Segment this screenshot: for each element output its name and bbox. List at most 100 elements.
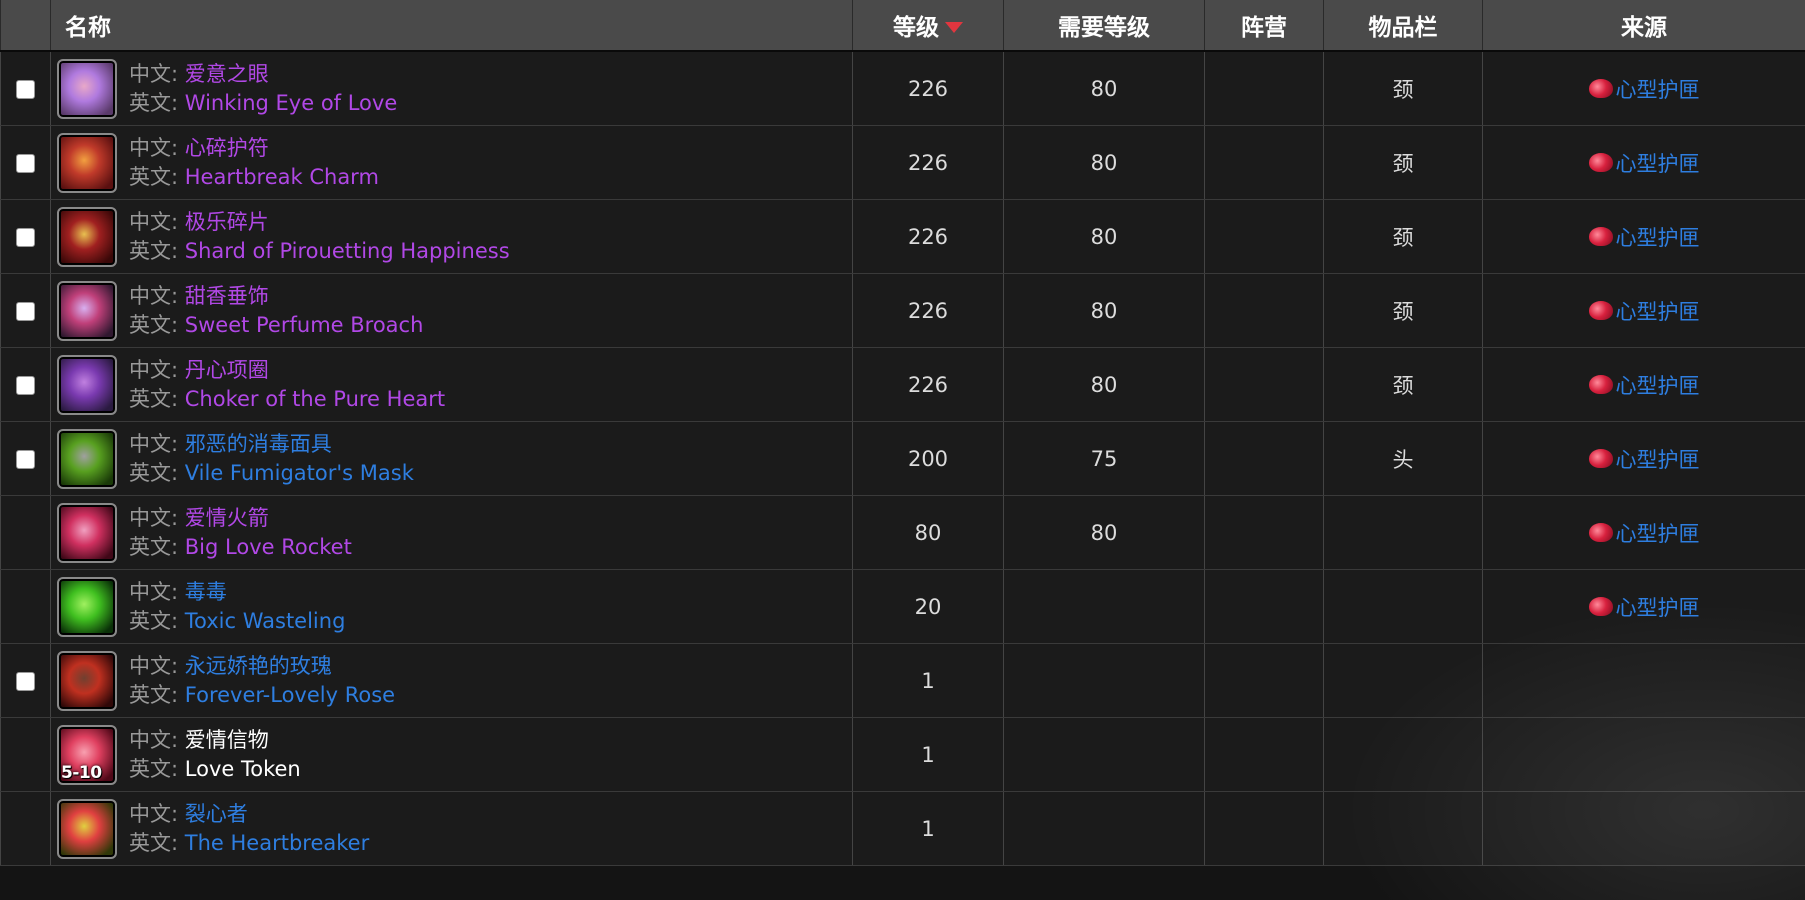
source-label: 心型护匣 — [1616, 296, 1700, 326]
source-label: 心型护匣 — [1616, 148, 1700, 178]
select-cell — [1, 718, 51, 792]
heart-box-icon — [1589, 597, 1613, 616]
item-name-cn-link[interactable]: 裂心者 — [185, 802, 248, 826]
broken-heart-icon[interactable] — [57, 799, 117, 859]
level-cell: 20 — [853, 570, 1004, 644]
item-name-en-link[interactable]: Forever-Lovely Rose — [185, 683, 395, 707]
heart-amulet-icon[interactable] — [57, 59, 117, 119]
source-label: 心型护匣 — [1616, 74, 1700, 104]
table-row[interactable]: 中文: 永远娇艳的玫瑰 英文: Forever-Lovely Rose 1 — [1, 644, 1805, 718]
slot-cell: 颈 — [1324, 51, 1483, 126]
table-row[interactable]: 中文: 裂心者 英文: The Heartbreaker 1 — [1, 792, 1805, 866]
item-name-cn-link[interactable]: 永远娇艳的玫瑰 — [185, 654, 332, 678]
source-link[interactable]: 心型护匣 — [1589, 444, 1700, 474]
heart-box-icon — [1589, 227, 1613, 246]
source-link[interactable]: 心型护匣 — [1589, 296, 1700, 326]
name-column-header[interactable]: 名称 — [51, 0, 853, 51]
item-name-en-link[interactable]: Sweet Perfume Broach — [185, 313, 424, 337]
choker-icon[interactable] — [57, 355, 117, 415]
item-name-en-link[interactable]: Big Love Rocket — [185, 535, 352, 559]
faction-column-header[interactable]: 阵营 — [1205, 0, 1324, 51]
source-link[interactable]: 心型护匣 — [1589, 222, 1700, 252]
mask-icon[interactable] — [57, 429, 117, 489]
slot-cell — [1324, 644, 1483, 718]
source-cell: 心型护匣 — [1483, 200, 1805, 274]
toxic-icon[interactable] — [57, 577, 117, 637]
slot-cell: 颈 — [1324, 126, 1483, 200]
source-link[interactable]: 心型护匣 — [1589, 74, 1700, 104]
item-name-cn-link[interactable]: 心碎护符 — [185, 136, 269, 160]
name-cell: 中文: 甜香垂饰 英文: Sweet Perfume Broach — [51, 274, 853, 348]
source-label: 心型护匣 — [1616, 444, 1700, 474]
item-name-cn-link[interactable]: 毒毒 — [185, 580, 227, 604]
item-name-cn-link[interactable]: 邪恶的消毒面具 — [185, 432, 332, 456]
en-label: 英文: — [129, 609, 178, 633]
level-cell: 200 — [853, 422, 1004, 496]
table-row[interactable]: 中文: 甜香垂饰 英文: Sweet Perfume Broach 226 80… — [1, 274, 1805, 348]
source-cell — [1483, 792, 1805, 866]
faction-cell — [1205, 718, 1324, 792]
table-row[interactable]: 中文: 爱情火箭 英文: Big Love Rocket 80 80 心型护匣 — [1, 496, 1805, 570]
table-row[interactable]: 中文: 极乐碎片 英文: Shard of Pirouetting Happin… — [1, 200, 1805, 274]
broach-icon[interactable] — [57, 281, 117, 341]
row-select-checkbox[interactable] — [16, 80, 35, 99]
name-cell: 5-10 中文: 爱情信物 英文: Love Token — [51, 718, 853, 792]
item-name-en-link[interactable]: Toxic Wasteling — [185, 609, 346, 633]
source-label: 心型护匣 — [1616, 370, 1700, 400]
table-row[interactable]: 中文: 爱意之眼 英文: Winking Eye of Love 226 80 … — [1, 51, 1805, 126]
item-name-en-link[interactable]: Heartbreak Charm — [185, 165, 379, 189]
rose-icon[interactable] — [57, 651, 117, 711]
level-column-header[interactable]: 等级 — [853, 0, 1004, 51]
source-label: 心型护匣 — [1616, 222, 1700, 252]
cn-label: 中文: — [129, 802, 178, 826]
item-name-en-link[interactable]: Vile Fumigator's Mask — [185, 461, 414, 485]
row-select-checkbox[interactable] — [16, 302, 35, 321]
table-row[interactable]: 中文: 丹心项圈 英文: Choker of the Pure Heart 22… — [1, 348, 1805, 422]
name-cell: 中文: 极乐碎片 英文: Shard of Pirouetting Happin… — [51, 200, 853, 274]
source-cell: 心型护匣 — [1483, 126, 1805, 200]
love-token-icon[interactable]: 5-10 — [57, 725, 117, 785]
select-cell — [1, 200, 51, 274]
source-column-header[interactable]: 来源 — [1483, 0, 1805, 51]
source-link[interactable]: 心型护匣 — [1589, 370, 1700, 400]
source-cell — [1483, 644, 1805, 718]
item-name-en-link[interactable]: Shard of Pirouetting Happiness — [185, 239, 510, 263]
item-name-cn-link[interactable]: 爱意之眼 — [185, 62, 269, 86]
item-name-en-link[interactable]: The Heartbreaker — [185, 831, 369, 855]
faction-cell — [1205, 570, 1324, 644]
select-cell — [1, 496, 51, 570]
shard-icon[interactable] — [57, 207, 117, 267]
name-cell: 中文: 裂心者 英文: The Heartbreaker — [51, 792, 853, 866]
charm-icon[interactable] — [57, 133, 117, 193]
req-level-cell: 80 — [1004, 274, 1205, 348]
slot-column-header[interactable]: 物品栏 — [1324, 0, 1483, 51]
item-name-cn-link[interactable]: 爱情信物 — [185, 728, 269, 752]
row-select-checkbox[interactable] — [16, 450, 35, 469]
item-name-cn-link[interactable]: 极乐碎片 — [185, 210, 269, 234]
row-select-checkbox[interactable] — [16, 672, 35, 691]
item-name-cn-link[interactable]: 爱情火箭 — [185, 506, 269, 530]
name-cell: 中文: 爱情火箭 英文: Big Love Rocket — [51, 496, 853, 570]
item-name-cn-link[interactable]: 甜香垂饰 — [185, 284, 269, 308]
row-select-checkbox[interactable] — [16, 228, 35, 247]
req-level-cell: 80 — [1004, 496, 1205, 570]
item-name-en-link[interactable]: Choker of the Pure Heart — [185, 387, 445, 411]
table-row[interactable]: 中文: 毒毒 英文: Toxic Wasteling 20 心型护匣 — [1, 570, 1805, 644]
en-label: 英文: — [129, 683, 178, 707]
item-name-cn-link[interactable]: 丹心项圈 — [185, 358, 269, 382]
source-link[interactable]: 心型护匣 — [1589, 518, 1700, 548]
rocket-icon[interactable] — [57, 503, 117, 563]
table-row[interactable]: 中文: 心碎护符 英文: Heartbreak Charm 226 80 颈 心… — [1, 126, 1805, 200]
source-link[interactable]: 心型护匣 — [1589, 592, 1700, 622]
row-select-checkbox[interactable] — [16, 376, 35, 395]
row-select-checkbox[interactable] — [16, 154, 35, 173]
source-link[interactable]: 心型护匣 — [1589, 148, 1700, 178]
name-cell: 中文: 丹心项圈 英文: Choker of the Pure Heart — [51, 348, 853, 422]
item-name-en-link[interactable]: Winking Eye of Love — [185, 91, 398, 115]
slot-cell: 头 — [1324, 422, 1483, 496]
item-name-en-link[interactable]: Love Token — [185, 757, 301, 781]
table-row[interactable]: 中文: 邪恶的消毒面具 英文: Vile Fumigator's Mask 20… — [1, 422, 1805, 496]
table-row[interactable]: 5-10 中文: 爱情信物 英文: Love Token 1 — [1, 718, 1805, 792]
req-level-column-header[interactable]: 需要等级 — [1004, 0, 1205, 51]
faction-cell — [1205, 792, 1324, 866]
